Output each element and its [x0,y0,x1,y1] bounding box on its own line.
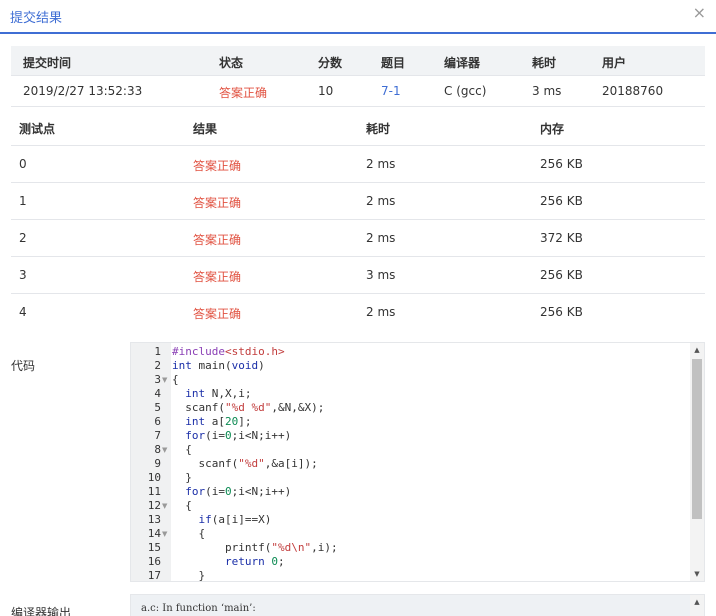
header-memory: 内存 [540,122,565,136]
code-line: #include<stdio.h> [172,345,285,358]
code-line: int N,X,i; [185,387,252,400]
header-elapsed: 耗时 [532,56,557,70]
test-memory: 256 KB [540,194,583,208]
test-id: 2 [19,231,27,245]
line-number: 4 [154,387,161,400]
test-memory: 372 KB [540,231,583,245]
test-time: 2 ms [366,231,396,245]
test-time: 2 ms [366,157,396,171]
close-icon[interactable]: × [693,4,706,22]
line-number: 7 [154,429,161,442]
line-number: 5 [154,401,161,414]
problem-link[interactable]: 7-1 [381,84,401,98]
code-scrollbar[interactable]: ▲ ▼ [690,343,704,581]
submit-status: 答案正确 [219,86,268,100]
header-submit-time: 提交时间 [23,56,72,70]
test-result: 答案正确 [193,270,242,284]
line-number: 13 [147,513,161,526]
code-line: } [172,471,192,484]
code-line: } [172,569,206,582]
code-line: { [172,373,179,386]
line-number: 12 [147,499,161,512]
test-id: 3 [19,268,27,282]
line-number: 3 [154,373,161,386]
code-label: 代码 [11,359,36,373]
scrollbar-thumb[interactable] [692,359,702,519]
table-row: 0 答案正确 2 ms 256 KB [11,146,705,183]
header-problem: 题目 [381,56,406,70]
submission-header-row: 提交时间 状态 分数 题目 编译器 耗时 用户 [11,46,705,76]
table-row: 4 答案正确 2 ms 256 KB [11,294,705,331]
code-line: for(i=0;i<N;i++) [185,485,292,498]
code-line: printf("%d\n",i); [172,541,338,554]
fold-arrow-icon[interactable]: ▼ [162,499,167,513]
line-number: 2 [154,359,161,372]
scroll-up-icon[interactable]: ▲ [690,595,704,609]
scroll-down-icon[interactable]: ▼ [690,567,704,581]
line-number: 16 [147,555,161,568]
code-line: for(i=0;i<N;i++) [185,429,292,442]
test-id: 1 [19,194,27,208]
line-number: 10 [147,471,161,484]
test-result: 答案正确 [193,196,242,210]
line-number: 1 [154,345,161,358]
code-line: return 0; [224,555,285,568]
test-result: 答案正确 [193,233,242,247]
submission-row: 2019/2/27 13:52:33 答案正确 10 7-1 C (gcc) 3… [11,76,705,107]
compiler-output-label: 编译器输出 [11,606,72,616]
compiler-output-text: a.c: In function ‘main’: [141,603,256,614]
fold-arrow-icon[interactable]: ▼ [162,443,167,457]
code-line: int main(void) [172,359,265,372]
compiler-output-box[interactable]: a.c: In function ‘main’: ▲ [130,594,705,616]
code-line: scanf("%d",&a[i]); [172,457,318,470]
dialog-title: 提交结果 [10,11,63,26]
code-line: { [172,443,192,456]
header-compiler: 编译器 [444,56,481,70]
fold-arrow-icon[interactable]: ▼ [162,373,167,387]
code-line: { [172,499,192,512]
test-id: 4 [19,305,27,319]
test-result: 答案正确 [193,159,242,173]
line-number: 6 [154,415,161,428]
line-number: 17 [147,569,161,582]
submit-user: 20188760 [602,84,664,98]
table-row: 3 答案正确 3 ms 256 KB [11,257,705,294]
submit-compiler: C (gcc) [444,84,487,98]
line-number: 8 [154,443,161,456]
test-time: 2 ms [366,305,396,319]
scroll-up-icon[interactable]: ▲ [690,343,704,357]
test-time: 3 ms [366,268,396,282]
table-row: 1 答案正确 2 ms 256 KB [11,183,705,220]
header-test-id: 测试点 [19,122,56,136]
code-line: scanf("%d %d",&N,&X); [172,401,325,414]
line-number: 15 [147,541,161,554]
table-row: 2 答案正确 2 ms 372 KB [11,220,705,257]
header-score: 分数 [318,56,343,70]
test-memory: 256 KB [540,305,583,319]
submit-score: 10 [318,84,334,98]
line-number: 9 [154,457,161,470]
fold-arrow-icon[interactable]: ▼ [162,527,167,541]
code-line: { [172,527,206,540]
code-line: int a[20]; [185,415,252,428]
test-memory: 256 KB [540,268,583,282]
line-number: 14 [147,527,161,540]
header-status: 状态 [219,56,244,70]
test-id: 0 [19,157,27,171]
header-user: 用户 [602,56,627,70]
header-time: 耗时 [366,122,391,136]
tests-header-row: 测试点 结果 耗时 内存 [11,108,705,146]
test-result: 答案正确 [193,307,242,321]
output-scrollbar[interactable]: ▲ [690,595,704,616]
test-time: 2 ms [366,194,396,208]
dialog-header: 提交结果 × [0,0,716,34]
test-memory: 256 KB [540,157,583,171]
submit-elapsed: 3 ms [532,84,562,98]
code-line: if(a[i]==X) [198,513,272,526]
header-result: 结果 [193,122,218,136]
code-editor[interactable]: 1 #include<stdio.h> 2 int main(void) 3 ▼{4 in… [130,342,705,582]
line-number: 11 [147,485,161,498]
submit-time: 2019/2/27 13:52:33 [23,84,143,98]
